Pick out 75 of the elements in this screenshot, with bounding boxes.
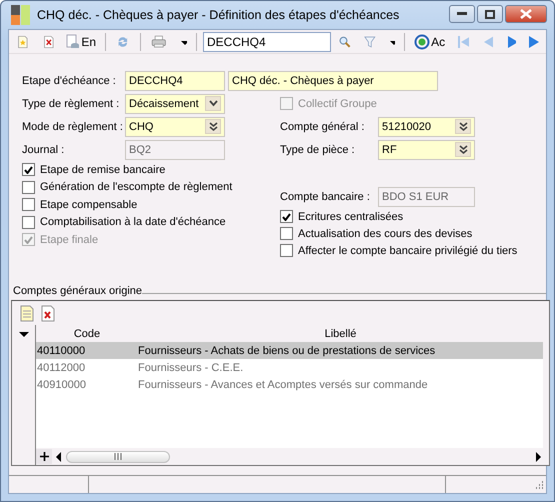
lookup-chevron-icon[interactable] [455, 142, 471, 157]
chevron-icon [458, 122, 468, 132]
checkmark-icon [24, 236, 33, 244]
plus-icon [40, 452, 48, 461]
checkmark-icon [282, 212, 291, 220]
code-field[interactable]: DECCHQ4 [125, 70, 225, 90]
table-row[interactable]: 40110000 Fournisseurs - Achats de biens ou de prestations de services [36, 342, 543, 359]
delete-icon[interactable] [41, 304, 55, 322]
dropdown-chevron-icon[interactable] [205, 96, 221, 111]
table-cell-text: Fournisseurs - Achats de biens ou de prestations de services [138, 344, 436, 356]
readonly-field: BDO S1 EUR [378, 186, 475, 206]
table-row[interactable]: 40112000 Fournisseurs - C.E.E. [36, 359, 543, 376]
dropdown-field[interactable]: Décaissement [125, 94, 225, 114]
window-title: CHQ déc. - Chèques à payer - Définition des étapes d'échéances [37, 8, 400, 22]
lookup-field[interactable]: CHQ [125, 116, 225, 136]
checkbox-label: Actualisation des cours des devises [298, 228, 472, 240]
lookup-field[interactable]: 51210020 [378, 116, 475, 136]
sort-caret-icon[interactable] [18, 330, 28, 338]
minimize-icon [457, 12, 467, 16]
column-header[interactable]: Code [36, 328, 138, 340]
checkbox[interactable] [280, 244, 293, 257]
field-label: Compte général : [280, 120, 366, 132]
checkbox-label: Comptabilisation à la date d'échéance [40, 216, 226, 228]
checkbox-label: Etape finale [40, 234, 98, 246]
checkbox[interactable] [22, 180, 35, 194]
grip-icon [114, 453, 122, 460]
table-cell-text: 40910000 [36, 378, 87, 390]
chevron-icon [458, 144, 468, 154]
app-icon [11, 5, 31, 25]
table-cell-text: 40110000 [36, 344, 86, 356]
maximize-icon [485, 10, 495, 18]
field-label: Etape d'échéance : [22, 74, 117, 86]
checkbox[interactable] [22, 216, 35, 229]
field-label: Type de pièce : [280, 144, 356, 156]
checkmark-icon [24, 166, 33, 174]
field-label: Type de règlement : [22, 98, 120, 110]
chevron-icon [208, 100, 218, 107]
table-row[interactable]: 40910000 Fournisseurs - Avances et Acomptes versés sur commande [36, 376, 543, 393]
group-title: Comptes généraux origine [13, 285, 142, 297]
table-cell-text: Fournisseurs - Avances et Acomptes versés sur commande [138, 378, 429, 390]
list-language-button[interactable]: En [63, 34, 99, 50]
checkbox-label: Etape de remise bancaire [40, 164, 166, 176]
resize-grip-icon[interactable] [534, 481, 544, 491]
search-field[interactable]: DECCHQ4 [203, 32, 331, 52]
refresh-action-button[interactable]: Ac [411, 34, 448, 50]
scroll-left-icon[interactable] [54, 450, 64, 464]
lookup-chevron-icon[interactable] [205, 119, 221, 134]
checkbox[interactable] [22, 163, 35, 176]
table-cell-text: 40112000 [36, 362, 86, 374]
field-label: Journal : [22, 144, 66, 156]
lookup-chevron-icon[interactable] [455, 119, 471, 134]
checkbox[interactable] [280, 227, 293, 240]
scrollbar-thumb[interactable] [66, 450, 170, 462]
minimize-button[interactable] [449, 5, 475, 23]
checkbox-label: Affecter le compte bancaire privilégié du tiers [298, 244, 518, 256]
close-icon [520, 9, 532, 19]
field-label: Compte bancaire : [280, 190, 371, 202]
checkbox[interactable] [22, 198, 35, 212]
checkbox-label: Etape compensable [40, 198, 138, 211]
add-row-button[interactable] [36, 449, 52, 464]
scroll-right-icon[interactable] [533, 450, 543, 464]
lookup-field[interactable]: RF [378, 140, 475, 160]
new-document-icon[interactable] [20, 304, 34, 322]
close-button[interactable] [505, 5, 547, 23]
field-label: Mode de règlement : [22, 120, 124, 132]
chevron-icon [208, 122, 218, 132]
maximize-button[interactable] [477, 5, 503, 23]
checkbox[interactable] [280, 210, 293, 223]
description-field[interactable]: CHQ déc. - Chèques à payer [228, 70, 438, 90]
readonly-field: BQ2 [125, 140, 225, 160]
table-cell-text: Fournisseurs - C.E.E. [138, 362, 244, 374]
checkbox-label: Collectif Groupe [298, 98, 377, 110]
column-header[interactable]: Libellé [138, 328, 543, 340]
checkbox-label: Génération de l'escompte de règlement [40, 181, 232, 194]
checkbox-label: Ecritures centralisées [298, 210, 404, 222]
